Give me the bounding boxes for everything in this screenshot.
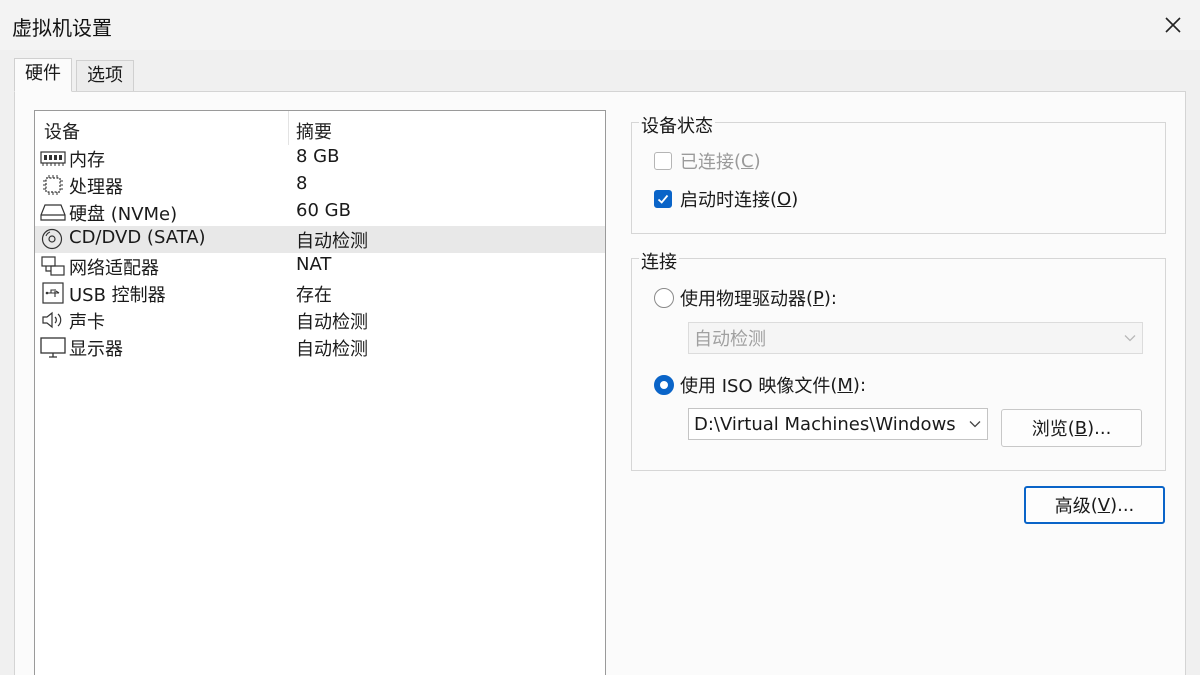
connected-paren-open: ( — [734, 150, 742, 172]
device-name: 网络适配器 — [69, 258, 159, 279]
device-summary: 自动检测 — [296, 312, 368, 333]
device-name: CD/DVD (SATA) — [69, 227, 206, 248]
connected-checkbox[interactable]: 已连接(C) — [654, 148, 761, 174]
device-name: 硬盘 (NVMe) — [69, 204, 178, 225]
physical-drive-mnemonic: P — [813, 287, 824, 309]
connect-on-start-paren-close: ) — [791, 188, 799, 210]
device-row-processor[interactable]: 处理器 8 — [35, 172, 605, 199]
device-row-network-adapter[interactable]: 网络适配器 NAT — [35, 253, 605, 280]
connection-label: 连接 — [639, 248, 679, 274]
iso-image-radio-dot — [654, 375, 674, 395]
device-row-cd-dvd[interactable]: CD/DVD (SATA) 自动检测 — [35, 226, 605, 253]
device-list-header: 设备 摘要 — [35, 111, 605, 145]
tab-options[interactable]: 选项 — [76, 60, 134, 92]
device-name: 显示器 — [69, 339, 123, 360]
hard-disk-icon — [40, 204, 66, 221]
device-row-sound-card[interactable]: 声卡 自动检测 — [35, 307, 605, 334]
device-row-usb-controller[interactable]: USB 控制器 存在 — [35, 280, 605, 307]
device-list[interactable]: 设备 摘要 内存 8 GB 处理器 8 硬盘 (NVMe) 60 GB CD/D… — [34, 110, 606, 675]
cd-dvd-icon — [41, 228, 63, 250]
chevron-down-icon — [1118, 323, 1142, 353]
network-adapter-icon — [41, 256, 65, 276]
close-button[interactable] — [1156, 8, 1190, 42]
browse-button-mnemonic: B — [1074, 417, 1088, 439]
iso-image-radio[interactable]: 使用 ISO 映像文件(M): — [654, 372, 866, 398]
device-name: 声卡 — [69, 312, 105, 333]
device-summary: 存在 — [296, 285, 332, 306]
advanced-button-suffix: ... — [1117, 494, 1135, 516]
connect-on-start-label: 启动时连接 — [680, 190, 770, 211]
memory-icon — [40, 151, 66, 166]
device-summary: NAT — [296, 254, 332, 275]
browse-button-suffix: ... — [1094, 417, 1112, 439]
connect-on-start-paren-open: ( — [770, 188, 778, 210]
tab-hardware[interactable]: 硬件 — [14, 58, 72, 92]
device-summary: 8 — [296, 173, 308, 194]
processor-icon — [43, 175, 63, 195]
iso-image-paren-close: ): — [852, 374, 867, 396]
connect-on-start-checkbox-box — [654, 190, 672, 208]
checkmark-icon — [657, 194, 669, 204]
device-row-display[interactable]: 显示器 自动检测 — [35, 334, 605, 361]
physical-drive-paren-open: ( — [806, 287, 814, 309]
advanced-button-mnemonic: V — [1097, 494, 1111, 516]
physical-drive-label: 使用物理驱动器 — [680, 289, 806, 310]
iso-path-value[interactable]: D:\Virtual Machines\Windows — [694, 414, 963, 435]
device-name: USB 控制器 — [69, 285, 166, 306]
device-summary: 自动检测 — [296, 231, 368, 252]
device-row-memory[interactable]: 内存 8 GB — [35, 145, 605, 172]
physical-drive-radio[interactable]: 使用物理驱动器(P): — [654, 285, 837, 311]
connected-mnemonic: C — [741, 150, 754, 172]
title-bar: 虚拟机设置 — [0, 0, 1200, 50]
connected-paren-close: ) — [753, 150, 761, 172]
column-header-device[interactable]: 设备 — [44, 118, 80, 144]
physical-drive-paren-close: ): — [823, 287, 837, 309]
iso-path-combobox[interactable]: D:\Virtual Machines\Windows — [688, 408, 988, 440]
chevron-down-icon[interactable] — [963, 409, 987, 439]
physical-drive-select[interactable]: 自动检测 — [688, 322, 1143, 354]
device-name: 内存 — [69, 150, 105, 171]
device-status-label: 设备状态 — [639, 112, 715, 138]
device-name: 处理器 — [69, 177, 123, 198]
device-summary: 8 GB — [296, 146, 340, 167]
browse-button-label: 浏览 — [1031, 419, 1068, 440]
device-status-group — [631, 122, 1166, 234]
device-row-hard-disk[interactable]: 硬盘 (NVMe) 60 GB — [35, 199, 605, 226]
connect-on-start-mnemonic: O — [777, 188, 792, 210]
monitor-icon — [40, 337, 66, 358]
connected-checkbox-box — [654, 152, 672, 170]
physical-drive-select-value: 自动检测 — [694, 329, 766, 350]
device-summary: 60 GB — [296, 200, 351, 221]
usb-icon — [42, 282, 64, 304]
column-divider[interactable] — [288, 111, 289, 145]
iso-image-paren-open: ( — [830, 374, 838, 396]
connected-label: 已连接 — [680, 152, 734, 173]
iso-image-mnemonic: M — [837, 374, 853, 396]
iso-image-label: 使用 ISO 映像文件 — [680, 376, 831, 397]
browse-button[interactable]: 浏览(B)... — [1001, 409, 1142, 447]
window-title: 虚拟机设置 — [12, 16, 112, 40]
device-summary: 自动检测 — [296, 339, 368, 360]
physical-drive-radio-dot — [654, 288, 674, 308]
column-header-summary[interactable]: 摘要 — [296, 118, 332, 144]
connect-on-start-checkbox[interactable]: 启动时连接(O) — [654, 186, 798, 212]
speaker-icon — [42, 311, 62, 329]
advanced-button[interactable]: 高级(V)... — [1024, 486, 1165, 524]
close-icon — [1165, 17, 1181, 33]
advanced-button-label: 高级 — [1054, 496, 1091, 517]
